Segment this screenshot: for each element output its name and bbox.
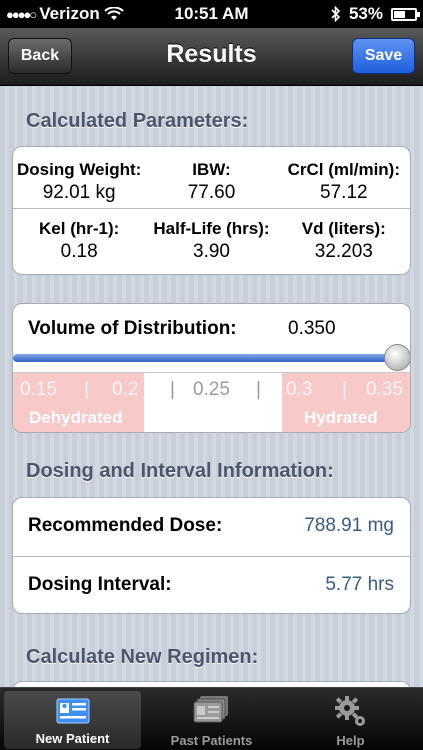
status-right: 53% [331, 4, 420, 24]
tick-separator: | [256, 379, 261, 400]
tab-label: Help [336, 733, 365, 748]
parameters-row-2: Kel (hr-1): 0.18 Half-Life (hrs): 3.90 V… [13, 209, 410, 263]
new-regimen-header: Calculate New Regimen: [26, 646, 259, 668]
dosing-card: Recommended Dose: 788.91 mg Dosing Inter… [12, 497, 411, 614]
calculated-parameters-header: Calculated Parameters: [26, 110, 249, 132]
tick-label: 0.3 [286, 379, 313, 400]
dosing-interval-header: Dosing and Interval Information: [26, 460, 334, 482]
vd-value: 0.350 [288, 318, 336, 339]
tab-past-patients[interactable]: Past Patients [143, 688, 280, 750]
tab-new-patient[interactable]: New Patient [4, 691, 141, 749]
patient-records-icon [193, 696, 228, 723]
recommended-dose-label: Recommended Dose: [28, 515, 223, 536]
dosing-interval-label: Dosing Interval: [28, 574, 172, 595]
tab-label: New Patient [35, 731, 110, 746]
vd-slider-track[interactable] [13, 354, 397, 362]
tick-label: 0.2 [112, 379, 139, 400]
vd-scale: Dehydrated Hydrated 0.15 | 0.2 | 0.25 | … [13, 372, 410, 432]
tick-separator: | [84, 379, 89, 400]
dosing-interval-row: Dosing Interval: 5.77 hrs [13, 557, 410, 615]
gear-icon [334, 696, 365, 726]
parameters-row-1: Dosing Weight: 92.01 kg IBW: 77.60 CrCl … [13, 147, 410, 208]
tab-bar: New Patient Past Patients Help [0, 687, 423, 750]
save-button[interactable]: Save [352, 38, 415, 74]
battery-percent: 53% [348, 4, 383, 23]
hydrated-label: Hydrated [304, 408, 378, 427]
tick-separator: | [342, 379, 347, 400]
param-kel: Kel (hr-1): 0.18 [39, 219, 120, 262]
bluetooth-icon [331, 6, 341, 22]
param-half-life: Half-Life (hrs): 3.90 [153, 219, 270, 262]
tick-label: 0.15 [20, 379, 57, 400]
tick-label: 0.25 [193, 379, 230, 400]
results-content[interactable]: Calculated Parameters: Dosing Weight: 92… [0, 87, 423, 687]
param-ibw: IBW: 77.60 [187, 160, 236, 203]
navigation-bar: Back Results Save [0, 28, 423, 86]
dehydrated-label: Dehydrated [29, 408, 123, 427]
calculated-parameters-card: Dosing Weight: 92.01 kg IBW: 77.60 CrCl … [12, 146, 411, 275]
id-card-icon [56, 698, 89, 724]
dosing-interval-value: 5.77 hrs [325, 574, 394, 595]
recommended-dose-row: Recommended Dose: 788.91 mg [13, 498, 410, 556]
volume-of-distribution-card: Volume of Distribution: 0.350 Dehydrated… [12, 303, 411, 433]
param-crcl: CrCl (ml/min): 57.12 [287, 160, 401, 203]
vd-label: Volume of Distribution: [28, 318, 237, 339]
tab-label: Past Patients [170, 733, 253, 748]
param-vd: Vd (liters): 32.203 [301, 219, 386, 262]
tab-help[interactable]: Help [282, 688, 419, 750]
recommended-dose-value: 788.91 mg [304, 515, 394, 536]
tick-label: 0.35 [366, 379, 403, 400]
param-dosing-weight: Dosing Weight: 92.01 kg [16, 160, 142, 203]
battery-icon [391, 7, 420, 21]
vd-slider-thumb[interactable] [384, 344, 410, 371]
status-bar: ●●●●○ Verizon 10:51 AM 53% [0, 0, 423, 28]
tick-separator: | [170, 379, 175, 400]
